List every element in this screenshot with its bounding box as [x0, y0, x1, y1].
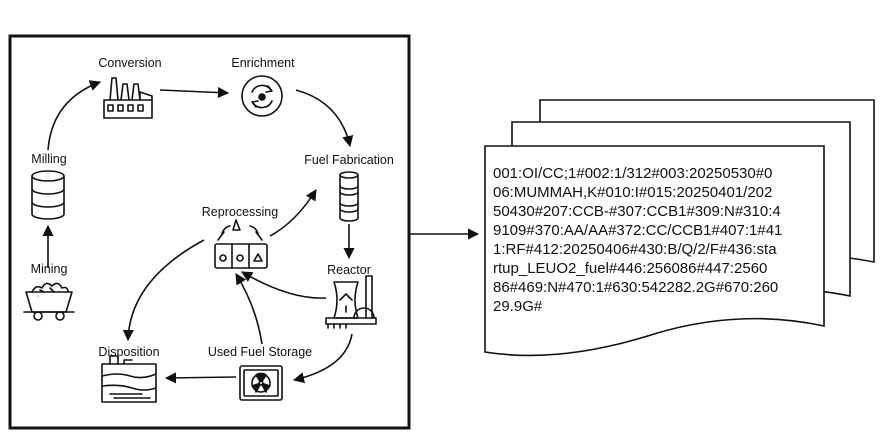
record-line: 86#469:N#470:1#630:542282.2G#670:260	[493, 279, 778, 296]
geologic-repository-icon	[101, 355, 157, 403]
arrow-reprocessing-to-disposition	[122, 239, 205, 342]
radioactive-cask-icon	[239, 365, 283, 401]
record-line: 1:RF#412:20250406#430:B/Q/2/F#436:sta	[493, 241, 777, 258]
record-line: rtup_LEUO2_fuel#446:256086#447:2560	[493, 260, 767, 277]
arrow-used-fuel-storage-to-disposition	[164, 372, 237, 384]
record-line: 9109#370:AA/AA#372:CC/CCB1#407:1#41	[493, 222, 782, 239]
label-enrichment: Enrichment	[231, 56, 295, 70]
record-line: 29.9G#	[493, 298, 543, 315]
factory-icon	[103, 77, 153, 119]
label-disposition: Disposition	[98, 345, 159, 359]
label-conversion: Conversion	[98, 56, 161, 70]
label-fuel-fabrication: Fuel Fabrication	[304, 153, 394, 167]
label-reactor: Reactor	[327, 263, 371, 277]
fuel-rod-icon	[339, 171, 359, 222]
record-line: 50430#207:CCB-#307:CCB1#309:N#310:4	[493, 203, 781, 220]
nuclear-plant-icon	[325, 275, 377, 329]
cycle-icon	[241, 75, 283, 117]
arrow-used-fuel-storage-to-reprocessing	[235, 273, 263, 345]
recycle-containers-icon	[214, 219, 268, 269]
label-milling: Milling	[31, 152, 66, 166]
record-line: 06:MUMMAH,K#010:I#015:20250401/202	[493, 184, 772, 201]
label-reprocessing: Reprocessing	[202, 205, 278, 219]
mine-cart-icon	[23, 282, 75, 321]
label-used-fuel-storage: Used Fuel Storage	[208, 345, 312, 359]
fuel-cycle-diagram: Conversion Enrichment Milling Fuel Fabri…	[8, 34, 875, 430]
barrel-icon	[31, 170, 65, 220]
arrow-conversion-to-enrichment	[159, 86, 230, 99]
arrow-reactor-to-reprocessing	[241, 271, 327, 299]
arrow-enrichment-to-fuel-fabrication	[295, 89, 354, 148]
arrow-milling-to-conversion	[47, 80, 102, 151]
label-mining: Mining	[31, 262, 68, 276]
record-line: 001:OI/CC;1#002:1/312#003:20250530#0	[493, 165, 772, 182]
